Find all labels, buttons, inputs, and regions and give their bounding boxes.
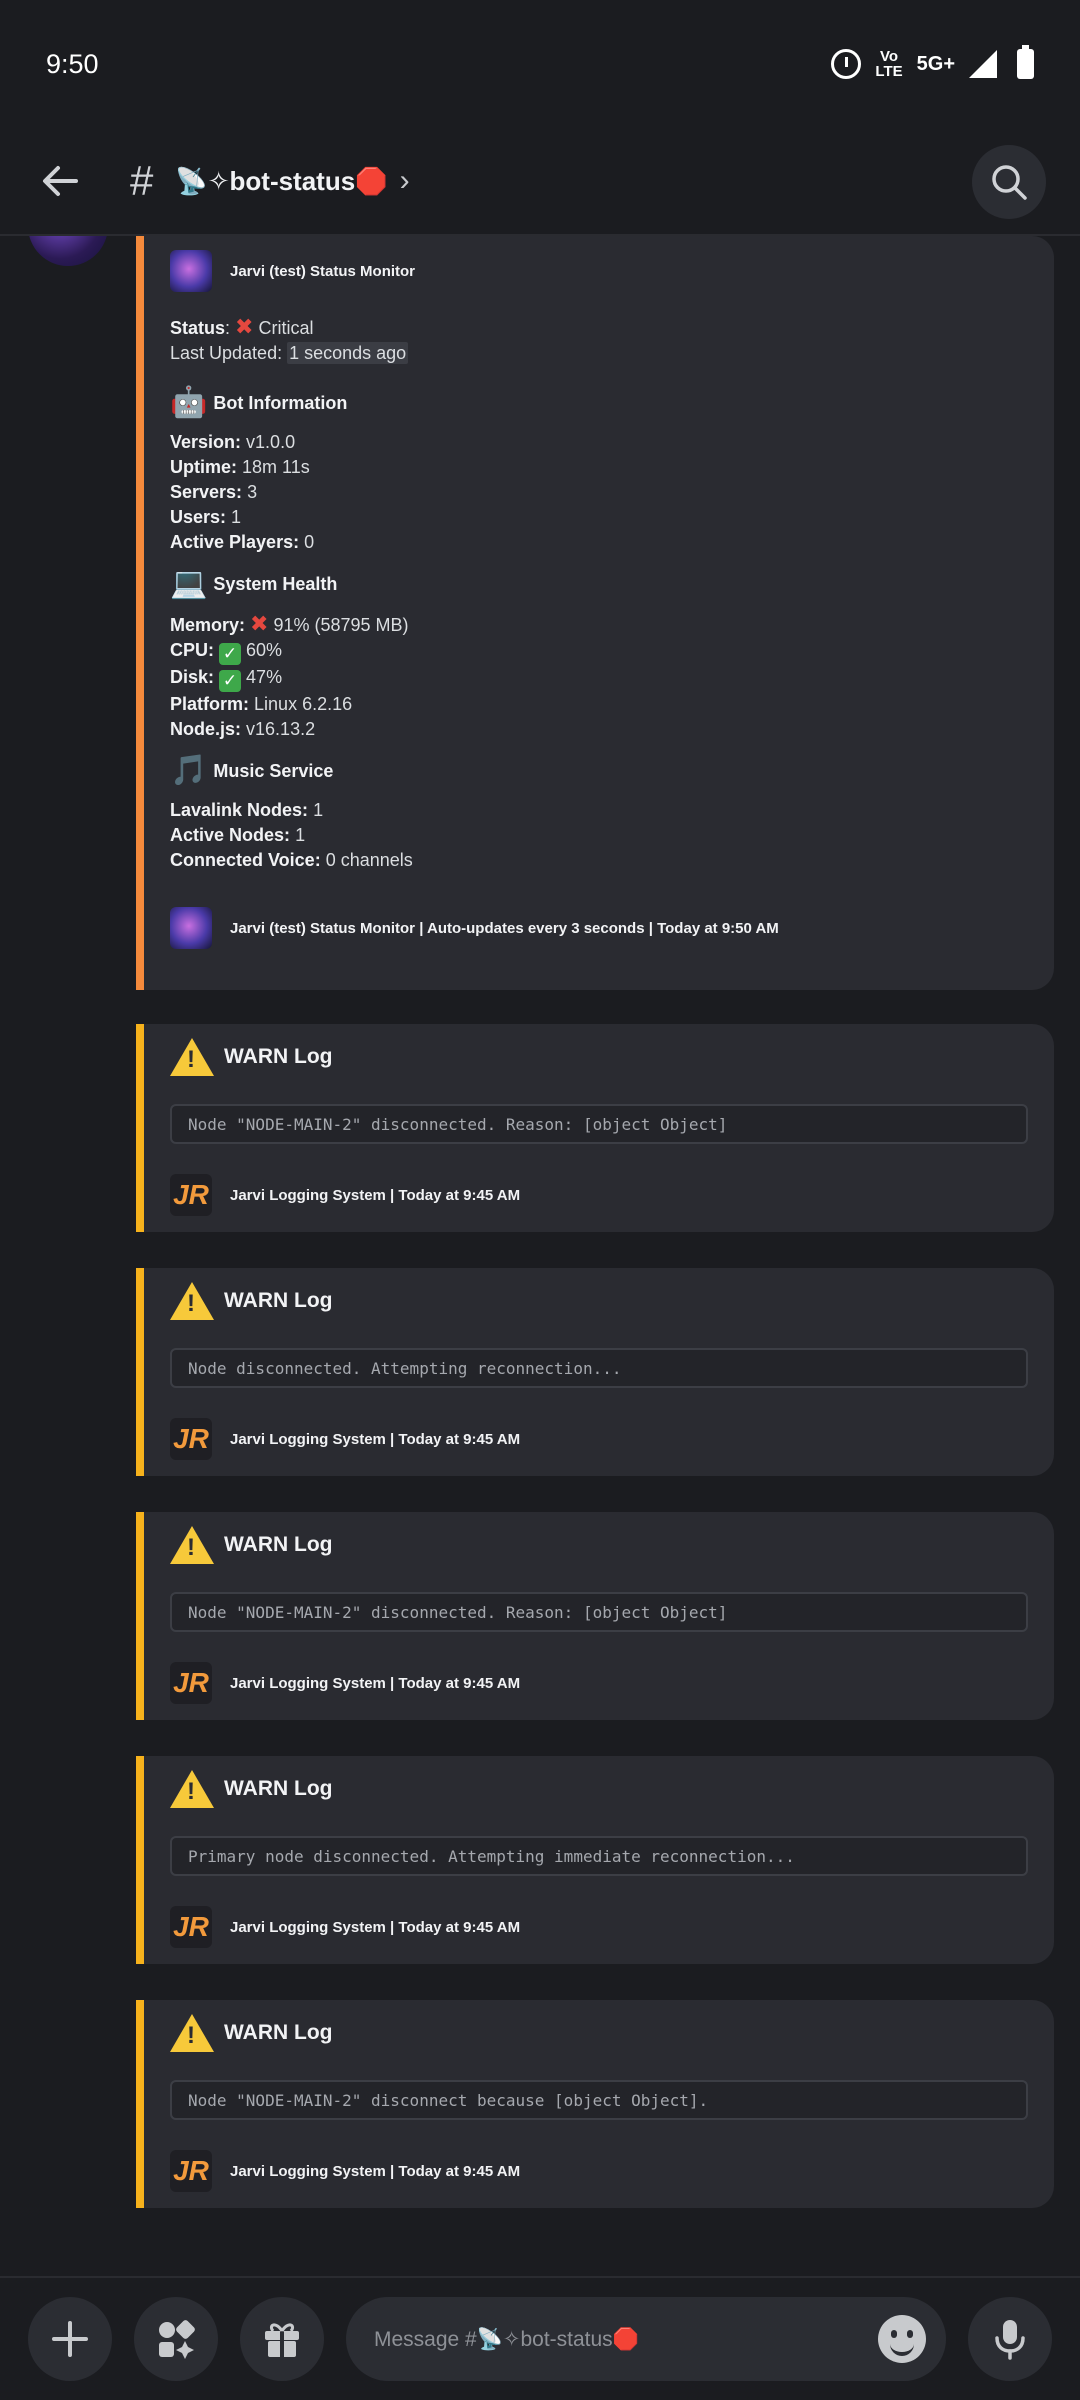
status-icons: Vo LTE 5G+	[831, 45, 1034, 80]
warn-title: WARN Log	[170, 1038, 1028, 1076]
warn-footer: JR Jarvi Logging System | Today at 9:45 …	[170, 2150, 1028, 2192]
plus-icon	[52, 2321, 88, 2357]
warn-footer: JR Jarvi Logging System | Today at 9:45 …	[170, 1906, 1028, 1948]
microphone-button[interactable]	[968, 2297, 1052, 2381]
volte-icon: Vo LTE	[875, 48, 903, 80]
channel-header: # 📡✧bot-status🛑 ›	[0, 128, 1080, 236]
footer-text: Jarvi (test) Status Monitor | Auto-updat…	[230, 919, 779, 937]
log-message: Node "NODE-MAIN-2" disconnected. Reason:…	[170, 1104, 1028, 1144]
cross-icon: ✖	[250, 611, 269, 636]
version-line: Version: v1.0.0	[170, 432, 296, 452]
search-button[interactable]	[972, 145, 1046, 219]
gift-button[interactable]	[240, 2297, 324, 2381]
uptime-line: Uptime: 18m 11s	[170, 457, 310, 477]
warn-log-embed: WARN Log Node disconnected. Attempting r…	[136, 1268, 1054, 1476]
log-message: Primary node disconnected. Attempting im…	[170, 1836, 1028, 1876]
warn-log-embed: WARN Log Primary node disconnected. Atte…	[136, 1756, 1054, 1964]
add-button[interactable]	[28, 2297, 112, 2381]
embed-footer: Jarvi (test) Status Monitor | Auto-updat…	[170, 907, 1028, 949]
apps-icon	[159, 2320, 195, 2359]
warn-footer: JR Jarvi Logging System | Today at 9:45 …	[170, 1174, 1028, 1216]
search-icon	[992, 165, 1027, 200]
jr-logo-icon: JR	[170, 2150, 212, 2192]
channel-hash-icon: #	[130, 157, 154, 204]
disk-line: Disk: ✓ 47%	[170, 667, 283, 692]
music-service-heading: 🎵 Music Service	[170, 753, 334, 788]
cross-icon: ✖	[235, 314, 254, 339]
last-updated-value: 1 seconds ago	[287, 342, 409, 364]
cpu-line: CPU: ✓ 60%	[170, 640, 283, 665]
bot-info-heading: 🤖 Bot Information	[170, 385, 348, 420]
status-bar: 9:50 Vo LTE 5G+	[0, 0, 1080, 128]
active-nodes-line: Active Nodes: 1	[170, 825, 306, 845]
warning-icon	[170, 1038, 214, 1076]
voice-line: Connected Voice: 0 channels	[170, 850, 413, 870]
robot-icon: 🤖	[170, 385, 208, 420]
lavalink-line: Lavalink Nodes: 1	[170, 800, 324, 820]
status-line: Status: ✖ Critical	[170, 314, 314, 339]
platform-line: Platform: Linux 6.2.16	[170, 694, 353, 714]
status-time: 9:50	[46, 48, 99, 79]
last-updated-line: Last Updated: 1 seconds ago	[170, 342, 409, 364]
emoji-icon[interactable]	[878, 2315, 926, 2363]
author-name: Jarvi (test) Status Monitor	[230, 262, 416, 280]
status-value: Critical	[258, 318, 314, 338]
jr-logo-icon: JR	[170, 1906, 212, 1948]
warn-log-embed: WARN Log Node "NODE-MAIN-2" disconnected…	[136, 1512, 1054, 1720]
network-5g-icon: 5G+	[916, 53, 955, 75]
avatar[interactable]	[28, 236, 108, 266]
jr-logo-icon: JR	[170, 1662, 212, 1704]
apps-button[interactable]	[134, 2297, 218, 2381]
warning-icon	[170, 1282, 214, 1320]
back-button[interactable]	[30, 151, 90, 211]
warn-log-embed: WARN Log Node "NODE-MAIN-2" disconnected…	[136, 1024, 1054, 1232]
servers-line: Servers: 3	[170, 482, 258, 502]
warn-title: WARN Log	[170, 2014, 1028, 2052]
arrow-left-icon	[43, 166, 78, 196]
composer-bar: Message #📡✧bot-status🛑	[0, 2276, 1080, 2400]
warn-log-embed: WARN Log Node "NODE-MAIN-2" disconnect b…	[136, 2000, 1054, 2208]
message-list[interactable]: Jarvi (test) Status Monitor Status: ✖ Cr…	[0, 236, 1080, 2276]
warn-title: WARN Log	[170, 1282, 1028, 1320]
log-message: Node "NODE-MAIN-2" disconnected. Reason:…	[170, 1592, 1028, 1632]
jr-logo-icon: JR	[170, 1418, 212, 1460]
check-icon: ✓	[219, 670, 242, 692]
music-note-icon: 🎵	[170, 753, 208, 788]
laptop-icon: 💻	[170, 566, 208, 601]
footer-avatar	[170, 907, 212, 949]
jr-logo-icon: JR	[170, 1174, 212, 1216]
system-health-heading: 💻 System Health	[170, 566, 338, 601]
warning-icon	[170, 1526, 214, 1564]
warn-title: WARN Log	[170, 1526, 1028, 1564]
warning-icon	[170, 1770, 214, 1808]
warn-title: WARN Log	[170, 1770, 1028, 1808]
microphone-icon	[995, 2320, 1025, 2360]
author-avatar	[170, 250, 212, 292]
message-placeholder: Message #📡✧bot-status🛑	[374, 2327, 639, 2351]
memory-line: Memory: ✖ 91% (58795 MB)	[170, 611, 409, 636]
chevron-right-icon[interactable]: ›	[400, 164, 410, 198]
battery-icon	[1017, 45, 1034, 79]
warn-footer: JR Jarvi Logging System | Today at 9:45 …	[170, 1418, 1028, 1460]
status-embed: Jarvi (test) Status Monitor Status: ✖ Cr…	[136, 236, 1054, 990]
log-message: Node disconnected. Attempting reconnecti…	[170, 1348, 1028, 1388]
check-icon: ✓	[219, 643, 242, 665]
users-line: Users: 1	[170, 507, 242, 527]
embed-author: Jarvi (test) Status Monitor	[170, 250, 1028, 292]
nodejs-line: Node.js: v16.13.2	[170, 719, 316, 739]
channel-title[interactable]: 📡✧bot-status🛑	[175, 166, 387, 197]
signal-icon	[969, 50, 997, 78]
gift-icon	[265, 2323, 299, 2357]
alarm-icon	[831, 49, 862, 79]
players-line: Active Players: 0	[170, 532, 315, 552]
log-message: Node "NODE-MAIN-2" disconnect because [o…	[170, 2080, 1028, 2120]
warning-icon	[170, 2014, 214, 2052]
message-input[interactable]: Message #📡✧bot-status🛑	[346, 2297, 946, 2381]
warn-footer: JR Jarvi Logging System | Today at 9:45 …	[170, 1662, 1028, 1704]
